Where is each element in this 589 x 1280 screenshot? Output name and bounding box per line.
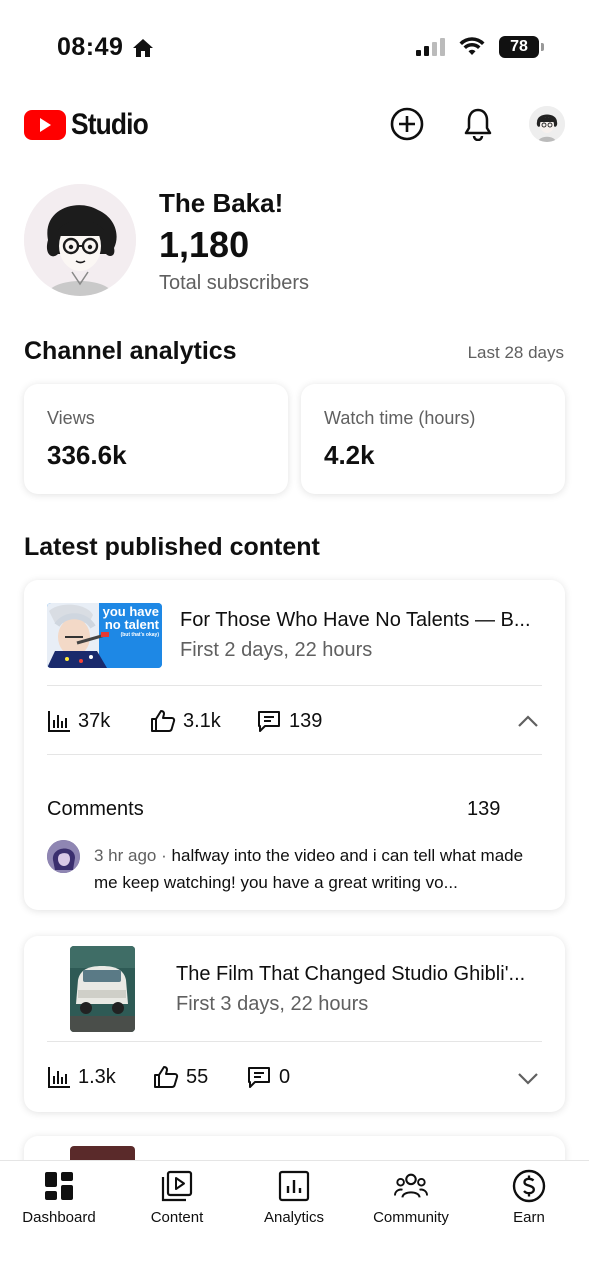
comments-label: Comments [47,798,144,820]
watch-time-value: 4.2k [324,440,375,470]
comments-count: 139 [289,709,323,732]
bell-icon [464,108,492,141]
status-bar: 08:49 78 [0,0,589,96]
channel-analytics-title: Channel analytics [24,337,237,365]
channel-name: The Baka! [159,188,284,218]
views-label: Views [47,408,95,428]
watch-time-label: Watch time (hours) [324,408,476,428]
bottom-navigation: Dashboard Content Analytics Community Ea… [0,1160,589,1280]
views-value: 336.6k [47,440,127,470]
video-title[interactable]: The Film That Changed Studio Ghibli'... [176,963,545,986]
battery-icon: 78 [499,36,544,58]
latest-content-title: Latest published content [24,533,320,561]
chevron-up-icon[interactable] [515,709,541,735]
likes-count: 55 [186,1065,209,1088]
video-card[interactable]: you have no talent (but that's okay) For… [24,580,565,910]
top-comment[interactable]: 3 hr ago · halfway into the video and i … [94,842,544,896]
likes-count: 3.1k [183,709,221,732]
notifications-button[interactable] [460,106,496,142]
bar-chart-icon [48,1067,70,1088]
wifi-icon [459,37,485,55]
comments-count: 0 [279,1065,291,1088]
video-thumbnail[interactable]: you have no talent (but that's okay) [47,603,162,668]
nav-community[interactable]: Community [352,1169,470,1226]
clock-text: 08:49 [57,33,124,61]
comment-icon [248,1067,270,1088]
nav-dashboard[interactable]: Dashboard [0,1169,118,1226]
avatar-illustration-icon [529,106,565,142]
likes-metric: 3.1k [150,709,221,733]
views-metric: 37k [47,709,110,733]
thumbnail-line-3: (but that's okay) [120,632,159,638]
content-icon [161,1170,193,1202]
logo-text: Studio [71,108,149,141]
nav-label: Community [373,1209,449,1226]
divider [47,685,542,686]
thumbnail-line-2: no talent [104,617,159,632]
divider [47,754,542,755]
comment-separator: · [161,846,167,865]
chevron-down-icon[interactable] [515,1065,541,1091]
create-button[interactable] [389,106,425,142]
add-circle-icon [390,107,424,141]
analytics-icon [278,1170,310,1202]
commenter-avatar[interactable] [47,840,80,873]
earn-icon [512,1169,546,1203]
views-metric: 1.3k [47,1065,116,1089]
channel-summary: The Baka! 1,180 Total subscribers [24,184,564,300]
comments-section-count: 139 [467,798,501,820]
account-avatar[interactable] [529,106,565,142]
video-card[interactable]: The Film That Changed Studio Ghibli'... … [24,936,565,1112]
views-count: 1.3k [78,1065,116,1088]
battery-level: 78 [510,38,528,55]
comment-icon [258,711,280,732]
nav-label: Earn [513,1209,545,1226]
comments-metric: 0 [246,1065,290,1089]
likes-metric: 55 [153,1065,208,1089]
subscriber-count: 1,180 [159,224,250,265]
comments-metric: 139 [256,709,322,733]
divider [47,1041,542,1042]
thumbnail-text: you have no talent (but that's okay) [103,605,159,640]
views-count: 37k [78,709,111,732]
video-thumbnail[interactable] [70,946,135,1032]
home-icon [133,38,154,57]
dashboard-icon [45,1172,73,1200]
top-header: Studio [0,96,589,156]
nav-label: Dashboard [22,1209,96,1226]
status-time: 08:49 [57,33,155,62]
studio-logo[interactable]: Studio [24,108,158,142]
cellular-signal-icon [416,38,445,56]
nav-earn[interactable]: Earn [470,1169,588,1226]
subscriber-label: Total subscribers [159,272,310,294]
analytics-period: Last 28 days [467,343,564,362]
community-icon [394,1173,428,1198]
comment-time: 3 hr ago [94,846,157,865]
channel-avatar[interactable] [24,184,136,296]
comment-text: halfway into the video and i can tell wh… [94,846,524,892]
video-subtitle: First 3 days, 22 hours [176,993,369,1015]
thumbs-up-icon [151,710,176,732]
video-subtitle: First 2 days, 22 hours [180,639,373,661]
youtube-logo-icon [24,110,66,140]
nav-content[interactable]: Content [118,1169,236,1226]
nav-label: Content [150,1209,204,1226]
video-title[interactable]: For Those Who Have No Talents — B... [180,609,545,632]
avatar-illustration-icon [24,184,136,296]
watch-time-card[interactable]: Watch time (hours) 4.2k [301,384,565,494]
views-card[interactable]: Views 336.6k [24,384,288,494]
nav-analytics[interactable]: Analytics [235,1169,353,1226]
nav-label: Analytics [263,1209,325,1226]
bar-chart-icon [48,711,70,732]
avatar-illustration-icon [47,840,80,873]
thumbs-up-icon [154,1066,179,1088]
thumbnail-art-icon [70,946,135,1032]
